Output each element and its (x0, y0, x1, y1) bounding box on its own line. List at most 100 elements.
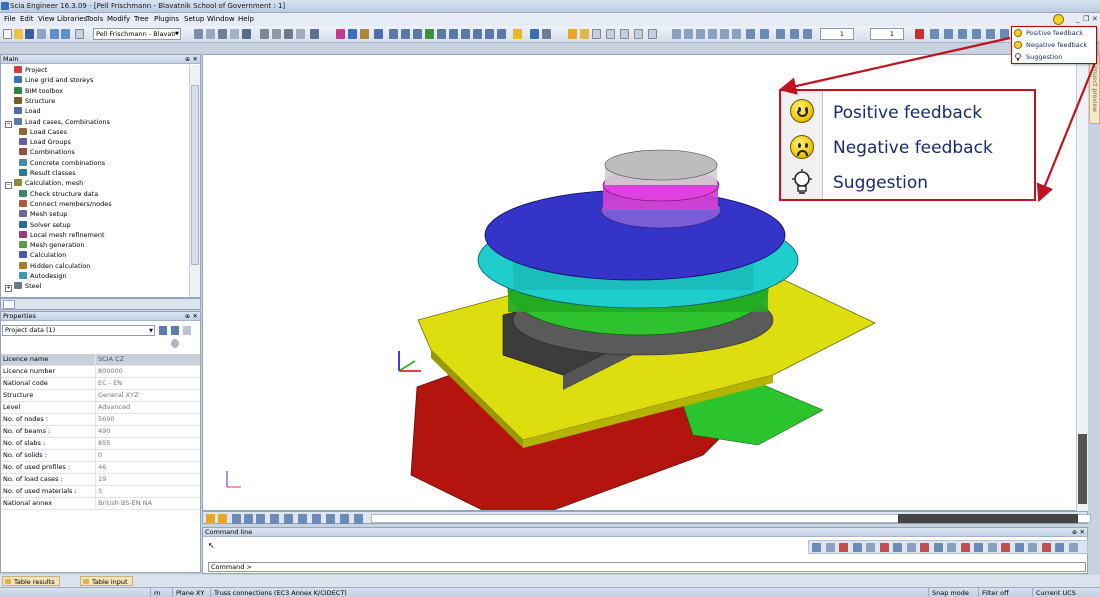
close-icon[interactable]: ✕ (1080, 528, 1085, 537)
property-row[interactable]: No. of solids : 0 (1, 450, 200, 462)
command-tool-icon[interactable] (879, 543, 889, 552)
layers-icon[interactable] (542, 29, 551, 39)
status-current-ucs[interactable]: Current UCS (1032, 588, 1076, 597)
window-icon[interactable] (310, 29, 319, 39)
property-row[interactable]: Level Advanced (1, 402, 200, 414)
tree-scrollbar[interactable] (189, 65, 200, 297)
zoom-previous-icon[interactable] (461, 29, 470, 39)
color-icon[interactable] (171, 339, 179, 348)
rotate-icon[interactable] (485, 29, 494, 39)
node-icon[interactable] (746, 29, 755, 39)
tree-item[interactable]: − Load cases, Combinations (5, 117, 110, 128)
tree-item[interactable]: Check structure data (19, 189, 98, 199)
render-icon[interactable] (206, 29, 215, 39)
redo-icon[interactable] (61, 29, 70, 39)
tool-d-icon[interactable] (972, 29, 981, 39)
property-row[interactable]: No. of used materials : 3 (1, 486, 200, 498)
menu-file[interactable]: File (4, 15, 16, 23)
properties-icon[interactable] (530, 29, 539, 39)
command-tool-icon[interactable] (1028, 543, 1037, 552)
viewport-scrollbar[interactable] (1076, 54, 1088, 511)
storey-icon[interactable] (580, 29, 589, 39)
gallery-icon[interactable] (296, 29, 305, 39)
support-icon[interactable] (720, 29, 729, 39)
zoom-selection-icon[interactable] (473, 29, 482, 39)
tree-item[interactable]: Mesh generation (19, 240, 85, 250)
status-plane[interactable]: Plane XY (172, 588, 204, 597)
command-tool-icon[interactable] (906, 543, 916, 552)
tree-expander-icon[interactable]: − (5, 182, 12, 190)
zoom-window-icon[interactable] (437, 29, 446, 39)
tree-item[interactable]: Connect members/nodes (19, 199, 112, 209)
section-icon[interactable] (592, 29, 601, 39)
menu-modify[interactable]: Modify (107, 15, 130, 23)
menu-view[interactable]: View (38, 15, 55, 23)
new-file-icon[interactable] (3, 29, 12, 39)
tab-table-results[interactable]: Table results (2, 576, 60, 586)
command-tool-icon[interactable] (1068, 543, 1078, 552)
tool-b-icon[interactable] (944, 29, 953, 39)
filter-icon[interactable] (360, 29, 369, 39)
spin-field-1[interactable]: 1 (820, 28, 854, 40)
filter-elements-icon[interactable] (171, 326, 179, 335)
property-row[interactable]: Licence name SCIA CZ (1, 354, 200, 366)
solid-icon[interactable] (230, 29, 239, 39)
opening-icon[interactable] (790, 29, 799, 39)
pan-icon[interactable] (425, 29, 434, 39)
report-icon[interactable] (284, 29, 293, 39)
view-tool-11-icon[interactable] (340, 514, 349, 524)
tree-item[interactable]: Combinations (19, 147, 75, 157)
plane-yz-icon[interactable] (634, 29, 643, 39)
property-row[interactable]: No. of beams : 490 (1, 426, 200, 438)
surface-icon[interactable] (776, 29, 785, 39)
tab-main[interactable] (3, 300, 15, 309)
command-tool-icon[interactable] (974, 543, 983, 552)
select-icon[interactable] (336, 29, 345, 39)
zoom-all-icon[interactable] (389, 29, 398, 39)
tree-item[interactable]: + Steel (5, 281, 41, 293)
deselect-icon[interactable] (348, 29, 357, 39)
view-tool-4-icon[interactable] (244, 514, 253, 524)
tree-item[interactable]: Concrete combinations (19, 158, 105, 168)
pin-icon[interactable]: ⊕ (1072, 528, 1077, 537)
property-row[interactable]: National annex British BS-EN NA (1, 498, 200, 510)
command-tool-icon[interactable] (1014, 543, 1024, 552)
command-tool-icon[interactable] (812, 543, 821, 552)
tree-item[interactable]: BIM toolbox (5, 86, 63, 96)
plane-3d-icon[interactable] (648, 29, 657, 39)
hinge-icon[interactable] (732, 29, 741, 39)
menu-plugins[interactable]: Plugins (154, 15, 179, 23)
command-tool-icon[interactable] (987, 543, 997, 552)
command-tool-icon[interactable] (933, 543, 943, 552)
copy-icon[interactable] (75, 29, 84, 39)
feedback-negative-item[interactable]: Negative feedback (1014, 41, 1087, 52)
close-icon[interactable]: ✕ (193, 55, 198, 64)
view-tool-10-icon[interactable] (326, 514, 335, 524)
tree-expander-icon[interactable]: + (5, 285, 12, 293)
zoom-icon[interactable] (449, 29, 458, 39)
view-tool-9-icon[interactable] (312, 514, 321, 524)
tree-item[interactable]: Mesh setup (19, 209, 67, 219)
tree-item[interactable]: Solver setup (19, 220, 71, 230)
picture-icon[interactable] (272, 29, 281, 39)
zoom-out-icon[interactable] (413, 29, 422, 39)
project-combo[interactable]: Pell Frischmann - Blavatr ▼ (93, 28, 181, 40)
property-row[interactable]: No. of used profiles : 46 (1, 462, 200, 474)
pin-icon[interactable]: ⊕ (185, 312, 190, 321)
subregion-icon[interactable] (803, 29, 812, 39)
beam-icon[interactable] (672, 29, 681, 39)
status-filter[interactable]: Filter off (978, 588, 1009, 597)
command-tool-icon[interactable] (825, 543, 835, 552)
select-elements-icon[interactable] (159, 326, 167, 335)
tree-item[interactable]: Autodesign (19, 271, 67, 281)
tree-expander-icon[interactable]: − (5, 120, 12, 128)
tool-f-icon[interactable] (1000, 29, 1009, 39)
stop-icon[interactable] (915, 29, 924, 39)
viewport-scroll-thumb[interactable] (1078, 434, 1087, 504)
viewport-hscroll-thumb[interactable] (898, 514, 1078, 523)
zoom-in-icon[interactable] (401, 29, 410, 39)
view-tool-3-icon[interactable] (232, 514, 241, 524)
menu-edit[interactable]: Edit (20, 15, 34, 23)
tree-item[interactable]: Local mesh refinement (19, 230, 105, 240)
view-icon[interactable] (194, 29, 203, 39)
